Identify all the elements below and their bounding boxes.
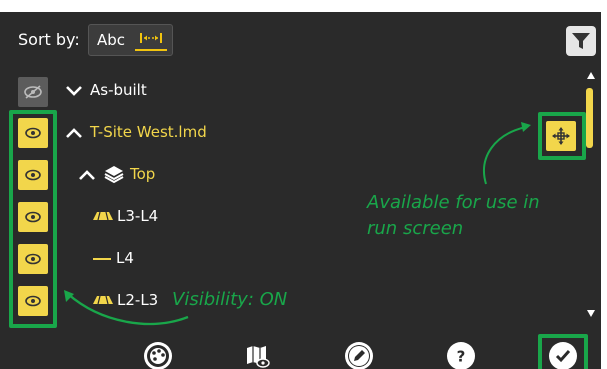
- annotation-arrows: [64, 122, 531, 326]
- screen: Sort by: Abc As-built T-Site West.lmd To…: [0, 12, 601, 369]
- annotation-run-screen: run screen: [367, 218, 464, 239]
- annotation-visibility: Visibility: ON: [172, 289, 288, 310]
- annotation-available: Available for use in: [367, 192, 540, 213]
